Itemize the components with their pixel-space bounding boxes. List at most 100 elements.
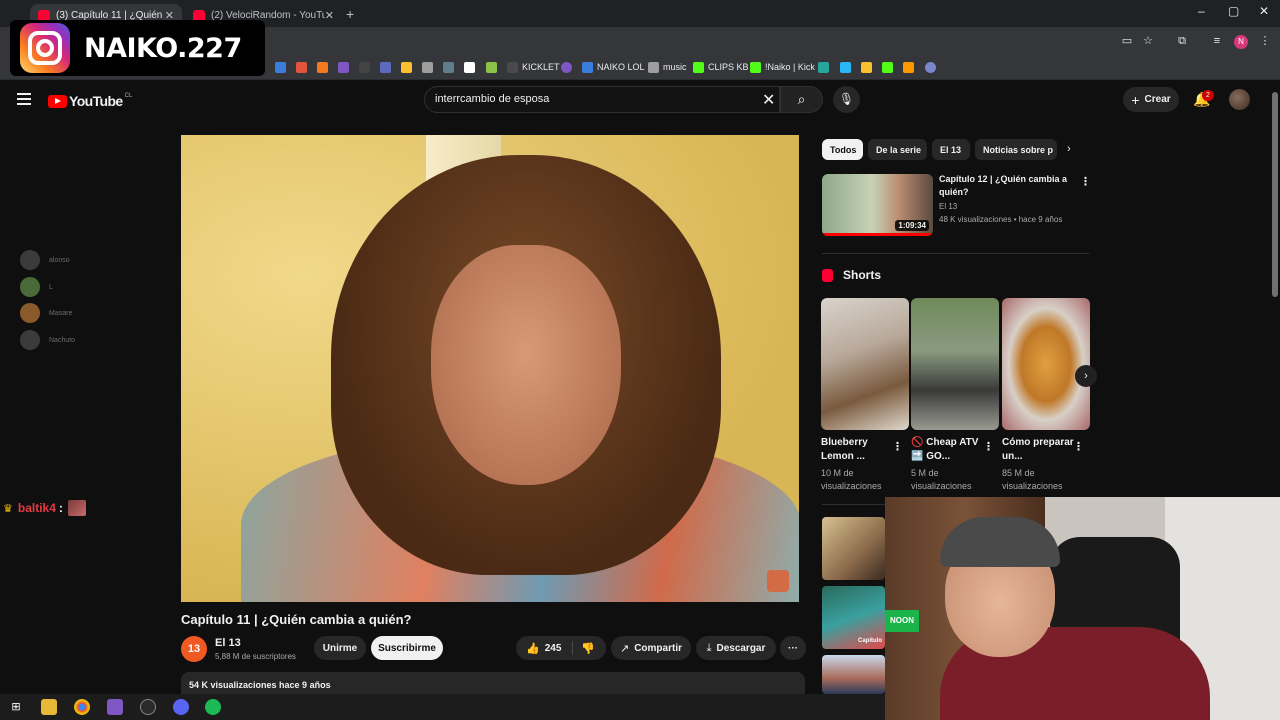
thumbs-up-icon[interactable]: 👍 (526, 642, 540, 655)
short-title[interactable]: Cómo preparar un... (1002, 436, 1074, 464)
thumbs-down-icon[interactable]: 👎 (581, 642, 595, 655)
short-thumbnail[interactable] (911, 298, 999, 430)
chevron-right-icon[interactable]: › (1067, 143, 1071, 155)
views-and-date: 54 K visualizaciones hace 9 años (189, 680, 331, 690)
voice-search-button[interactable]: 🎙 (833, 86, 860, 113)
bookmark-icon[interactable] (422, 60, 437, 74)
obs-icon[interactable] (140, 699, 156, 715)
shorts-next-button[interactable]: › (1075, 365, 1097, 387)
chip-de-la-serie[interactable]: De la serie (868, 139, 927, 160)
short-thumbnail[interactable] (1002, 298, 1090, 430)
bookmark-clips-kb[interactable]: CLIPS KB (693, 60, 749, 74)
video-thumbnail[interactable] (822, 655, 885, 694)
short-views: 5 M de visualizaciones (911, 468, 972, 491)
bookmark-icon[interactable] (401, 60, 416, 74)
bookmark-naiko-lol[interactable]: NAIKO LOL (582, 60, 645, 74)
chrome-icon[interactable] (74, 699, 90, 715)
video-player[interactable] (181, 135, 799, 602)
bookmark-naiko-kick[interactable]: !Naiko | Kick (750, 60, 815, 74)
chip-noticias[interactable]: Noticias sobre p (975, 139, 1057, 160)
thumbnail-label: Capítulo (858, 638, 882, 644)
browser-menu-icon[interactable]: ⋮ (1258, 34, 1272, 48)
short-title[interactable]: Blueberry Lemon ... (821, 436, 893, 464)
discord-icon[interactable] (173, 699, 189, 715)
maximize-button[interactable]: ▢ (1228, 4, 1239, 18)
create-button[interactable]: + Crear (1123, 87, 1179, 112)
bookmark-icon[interactable] (561, 60, 576, 74)
more-actions-button[interactable]: ··· (780, 636, 806, 660)
discord-user: L (20, 277, 53, 297)
channel-watermark-icon (767, 570, 789, 592)
video-thumbnail[interactable]: Capítulo (822, 586, 885, 649)
tab-search-icon[interactable]: ≡ (1210, 34, 1224, 48)
bookmark-icon[interactable] (861, 60, 876, 74)
recommendation-thumbnail[interactable]: 1:09:34 (822, 174, 933, 236)
minimize-button[interactable]: – (1198, 4, 1205, 18)
share-button[interactable]: ↗ Compartir (611, 636, 691, 660)
more-options-icon[interactable]: ⋮ (983, 440, 994, 453)
more-options-icon[interactable]: ⋮ (1080, 175, 1091, 188)
webcam-overlay (885, 497, 1280, 720)
file-explorer-icon[interactable] (41, 699, 57, 715)
new-tab-button[interactable]: + (346, 6, 354, 22)
recommendation-channel[interactable]: El 13 (939, 202, 957, 211)
video-thumbnail[interactable] (822, 517, 885, 580)
chat-message: ♛ baltik4 : (3, 500, 86, 516)
subscribe-button[interactable]: Suscribirme (371, 636, 443, 660)
bookmark-icon[interactable] (840, 60, 855, 74)
bookmark-music[interactable]: music (648, 60, 687, 74)
divider (822, 253, 1089, 254)
chip-el-13[interactable]: El 13 (932, 139, 970, 160)
avatar (20, 250, 40, 270)
short-title[interactable]: 🚫 Cheap ATV 🔜 GO... (911, 436, 983, 464)
short-thumbnail[interactable] (821, 298, 909, 430)
hamburger-menu-icon[interactable] (17, 93, 31, 105)
channel-avatar[interactable]: 13 (181, 636, 207, 662)
youtube-play-icon (48, 94, 67, 108)
bookmark-icon[interactable] (317, 60, 332, 74)
download-button[interactable]: ⤓ Descargar (696, 636, 776, 660)
channel-name[interactable]: El 13 (215, 637, 241, 649)
instagram-handle: NAIKO.227 (84, 32, 242, 64)
spotify-icon[interactable] (205, 699, 221, 715)
extensions-icon[interactable]: ⧉ (1175, 34, 1189, 48)
close-tab-icon[interactable]: ✕ (325, 9, 334, 22)
bookmark-icon[interactable] (338, 60, 353, 74)
close-window-button[interactable]: ✕ (1259, 4, 1269, 18)
short-views: 10 M de visualizaciones (821, 468, 882, 491)
bookmark-icon[interactable] (925, 60, 940, 74)
search-input[interactable]: interrcambio de esposa (424, 86, 780, 113)
app-icon[interactable] (107, 699, 123, 715)
user-avatar[interactable] (1229, 89, 1250, 110)
discord-user: alonso (20, 250, 70, 270)
short-views: 85 M de visualizaciones (1002, 468, 1063, 491)
bookmark-icon[interactable] (882, 60, 897, 74)
windows-start-icon[interactable]: ⊞ (8, 699, 24, 715)
join-button[interactable]: Unirme (314, 636, 366, 660)
clear-search-icon[interactable]: ✕ (762, 90, 775, 110)
cast-icon[interactable]: ▭ (1120, 34, 1134, 48)
chip-todos[interactable]: Todos (822, 139, 863, 160)
bookmark-icon[interactable] (380, 60, 395, 74)
more-options-icon[interactable]: ⋮ (1073, 440, 1084, 453)
browser-profile-avatar[interactable]: N (1234, 35, 1248, 49)
scrollbar-thumb[interactable] (1272, 92, 1278, 297)
like-count[interactable]: 245 (545, 643, 562, 654)
youtube-logo[interactable]: YouTube CL (48, 93, 132, 109)
bookmark-icon[interactable] (818, 60, 833, 74)
search-icon: ⌕ (797, 91, 806, 107)
bookmark-star-icon[interactable]: ☆ (1141, 34, 1155, 48)
bookmark-icon[interactable] (903, 60, 918, 74)
taskbar (0, 694, 885, 720)
bookmark-icon[interactable] (359, 60, 374, 74)
bookmark-icon[interactable] (275, 60, 290, 74)
recommendation-title[interactable]: Capítulo 12 | ¿Quién cambia a quién? (939, 173, 1079, 199)
instagram-overlay: NAIKO.227 (10, 20, 265, 76)
bookmark-icon[interactable] (443, 60, 458, 74)
bookmark-kicklet[interactable]: KICKLET (507, 60, 560, 74)
bookmark-icon[interactable] (486, 60, 501, 74)
more-options-icon[interactable]: ⋮ (892, 440, 903, 453)
bookmark-icon[interactable] (464, 60, 479, 74)
bookmark-icon[interactable] (296, 60, 311, 74)
search-button[interactable]: ⌕ (780, 86, 823, 113)
